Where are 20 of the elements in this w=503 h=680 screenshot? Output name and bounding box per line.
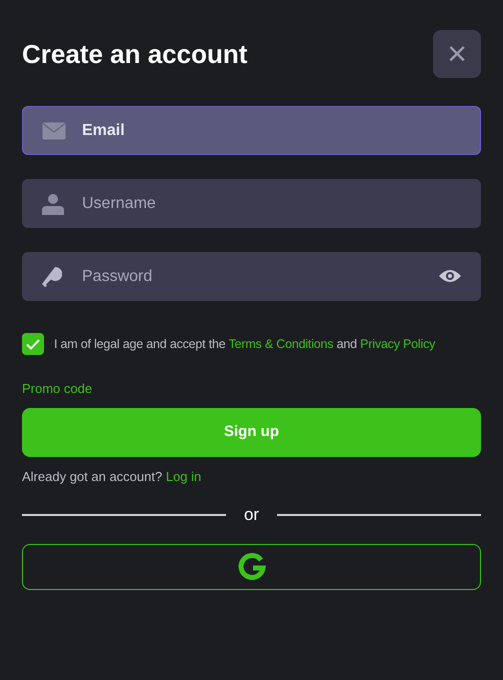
agreement-checkbox[interactable] [22,333,44,355]
key-icon [42,266,62,286]
envelope-icon [42,122,66,140]
dialog-title: Create an account [22,38,248,70]
promo-code-link[interactable]: Promo code [22,379,92,398]
terms-link[interactable]: Terms & Conditions [228,336,334,351]
username-field[interactable]: Username [22,179,481,228]
close-button[interactable]: × [433,30,481,78]
social-login-button[interactable] [22,544,481,590]
password-field[interactable]: Password [22,252,481,301]
email-field[interactable]: Email [22,106,481,155]
privacy-link[interactable]: Privacy Policy [360,336,436,351]
person-icon [42,192,64,214]
checkmark-icon [26,338,40,350]
log-in-link[interactable]: Log in [166,468,202,484]
divider-label: or [242,504,260,526]
eye-icon[interactable] [439,269,461,283]
login-prompt: Already got an account? Log in [22,468,202,486]
g-logo-icon [238,552,266,580]
agreement-text: I am of legal age and accept the Terms & Conditions and Privacy Policy [54,336,436,353]
